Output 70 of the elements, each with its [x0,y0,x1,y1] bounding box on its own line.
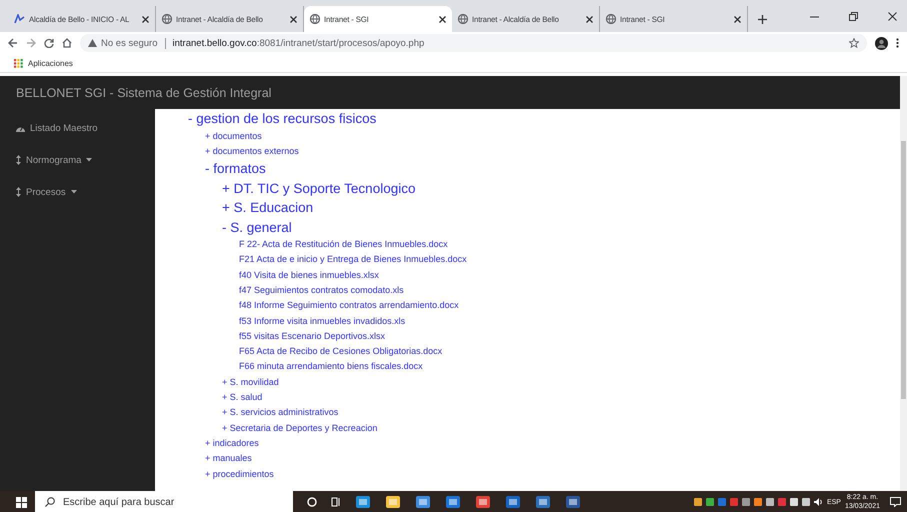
close-icon[interactable] [290,16,297,22]
sort-icon [16,155,21,165]
sidebar-item[interactable]: Normograma [0,150,155,170]
bookmark-link[interactable]: Aplicaciones [28,58,73,68]
tree-link[interactable]: + S. movilidad [222,374,279,390]
tree-link[interactable]: + S. salud [222,390,262,406]
warning-icon [88,39,97,47]
address-bar[interactable]: No es seguro intranet.bello.gov.co:8081/intranet/start/procesos/apoyo.php [80,34,867,52]
back-icon[interactable] [8,38,18,48]
tree-link[interactable]: + documentos [205,128,262,144]
tree-link[interactable]: + manuales [205,451,252,467]
app-icon[interactable] [415,495,431,509]
reload-icon[interactable] [44,38,54,48]
restore-icon[interactable] [849,12,858,20]
tree-link[interactable]: - S. general [222,218,292,238]
tree-link[interactable]: + DT. TIC y Soporte Tecnologico [222,178,416,198]
tree-link[interactable]: F65 Acta de Recibo de Cesiones Obligatorias.docx [239,344,442,360]
close-icon[interactable] [888,12,897,20]
windows-logo-icon[interactable] [16,496,27,508]
app-icon[interactable] [535,495,551,509]
home-icon[interactable] [62,38,72,48]
security-label: No es seguro [101,38,158,48]
globe-icon [162,14,172,24]
tree-link[interactable]: - formatos [205,159,266,179]
app-icon[interactable] [565,495,581,509]
sort-icon [16,187,21,197]
close-icon[interactable] [439,16,446,22]
star-icon[interactable] [849,38,859,48]
task-view-icon[interactable] [331,497,341,507]
tree-link[interactable]: + documentos externos [205,144,299,160]
close-icon[interactable] [142,16,149,22]
app-icon[interactable] [445,495,461,509]
tree-link[interactable]: + S. servicios administrativos [222,405,338,421]
tree-link[interactable]: F 22- Acta de Restitución de Bienes Inmuebles.docx [239,237,448,252]
tree-link[interactable]: + Secretaria de Deportes y Recreacion [222,420,378,436]
search-icon [45,497,55,507]
app-icon[interactable] [475,495,491,509]
globe-icon [310,14,320,24]
tree-link[interactable]: F21 Acta de e inicio y Entrega de Bienes Inmuebles.docx [239,252,467,268]
site-title[interactable]: BELLONET SGI - Sistema de Gestión Integral [16,86,272,100]
tree-link[interactable]: f47 Seguimientos contratos comodato.xls [239,282,404,298]
apps-grid-icon[interactable] [14,58,23,68]
circle-icon[interactable] [307,497,317,507]
tree-link[interactable]: + S. Educacion [222,198,314,218]
tree-link[interactable]: F66 minuta arrendamiento biens fiscales.docx [239,359,423,375]
sidebar-item[interactable]: Listado Maestro [0,118,155,138]
site-logo-icon [14,14,25,24]
tree-link[interactable]: f53 Informe visita inmuebles invadidos.xls [239,314,406,329]
sidebar-item[interactable]: Procesos [0,182,155,202]
tree-link[interactable]: f40 Visita de bienes inmuebles.xlsx [239,268,379,283]
search-field[interactable]: Escribe aquí para buscar [35,491,293,512]
tree-link[interactable]: + procedimientos [205,466,274,482]
tree-link[interactable]: f55 visitas Escenario Deportivos.xlsx [239,328,386,344]
speaker-icon[interactable] [814,498,823,506]
menu-icon[interactable] [896,38,899,48]
globe-icon [458,14,468,24]
notification-icon[interactable] [890,497,901,507]
close-icon[interactable] [586,16,593,22]
app-icon[interactable] [385,495,401,509]
avatar-icon[interactable] [875,36,888,50]
close-icon[interactable] [734,16,741,22]
tree-link[interactable]: - gestion de los recursos fisicos [188,109,376,128]
app-icon[interactable] [505,495,521,509]
tree-link[interactable]: f48 Informe Seguimiento contratos arrendamiento.docx [239,298,459,314]
new-tab-icon[interactable] [758,15,767,24]
globe-icon [606,14,616,24]
app-icon[interactable] [355,495,371,509]
scrollbar[interactable] [900,76,907,491]
tree-link[interactable]: + indicadores [205,436,259,452]
url-text: intranet.bello.gov.co:8081/intranet/start/procesos/apoyo.php [172,38,424,48]
